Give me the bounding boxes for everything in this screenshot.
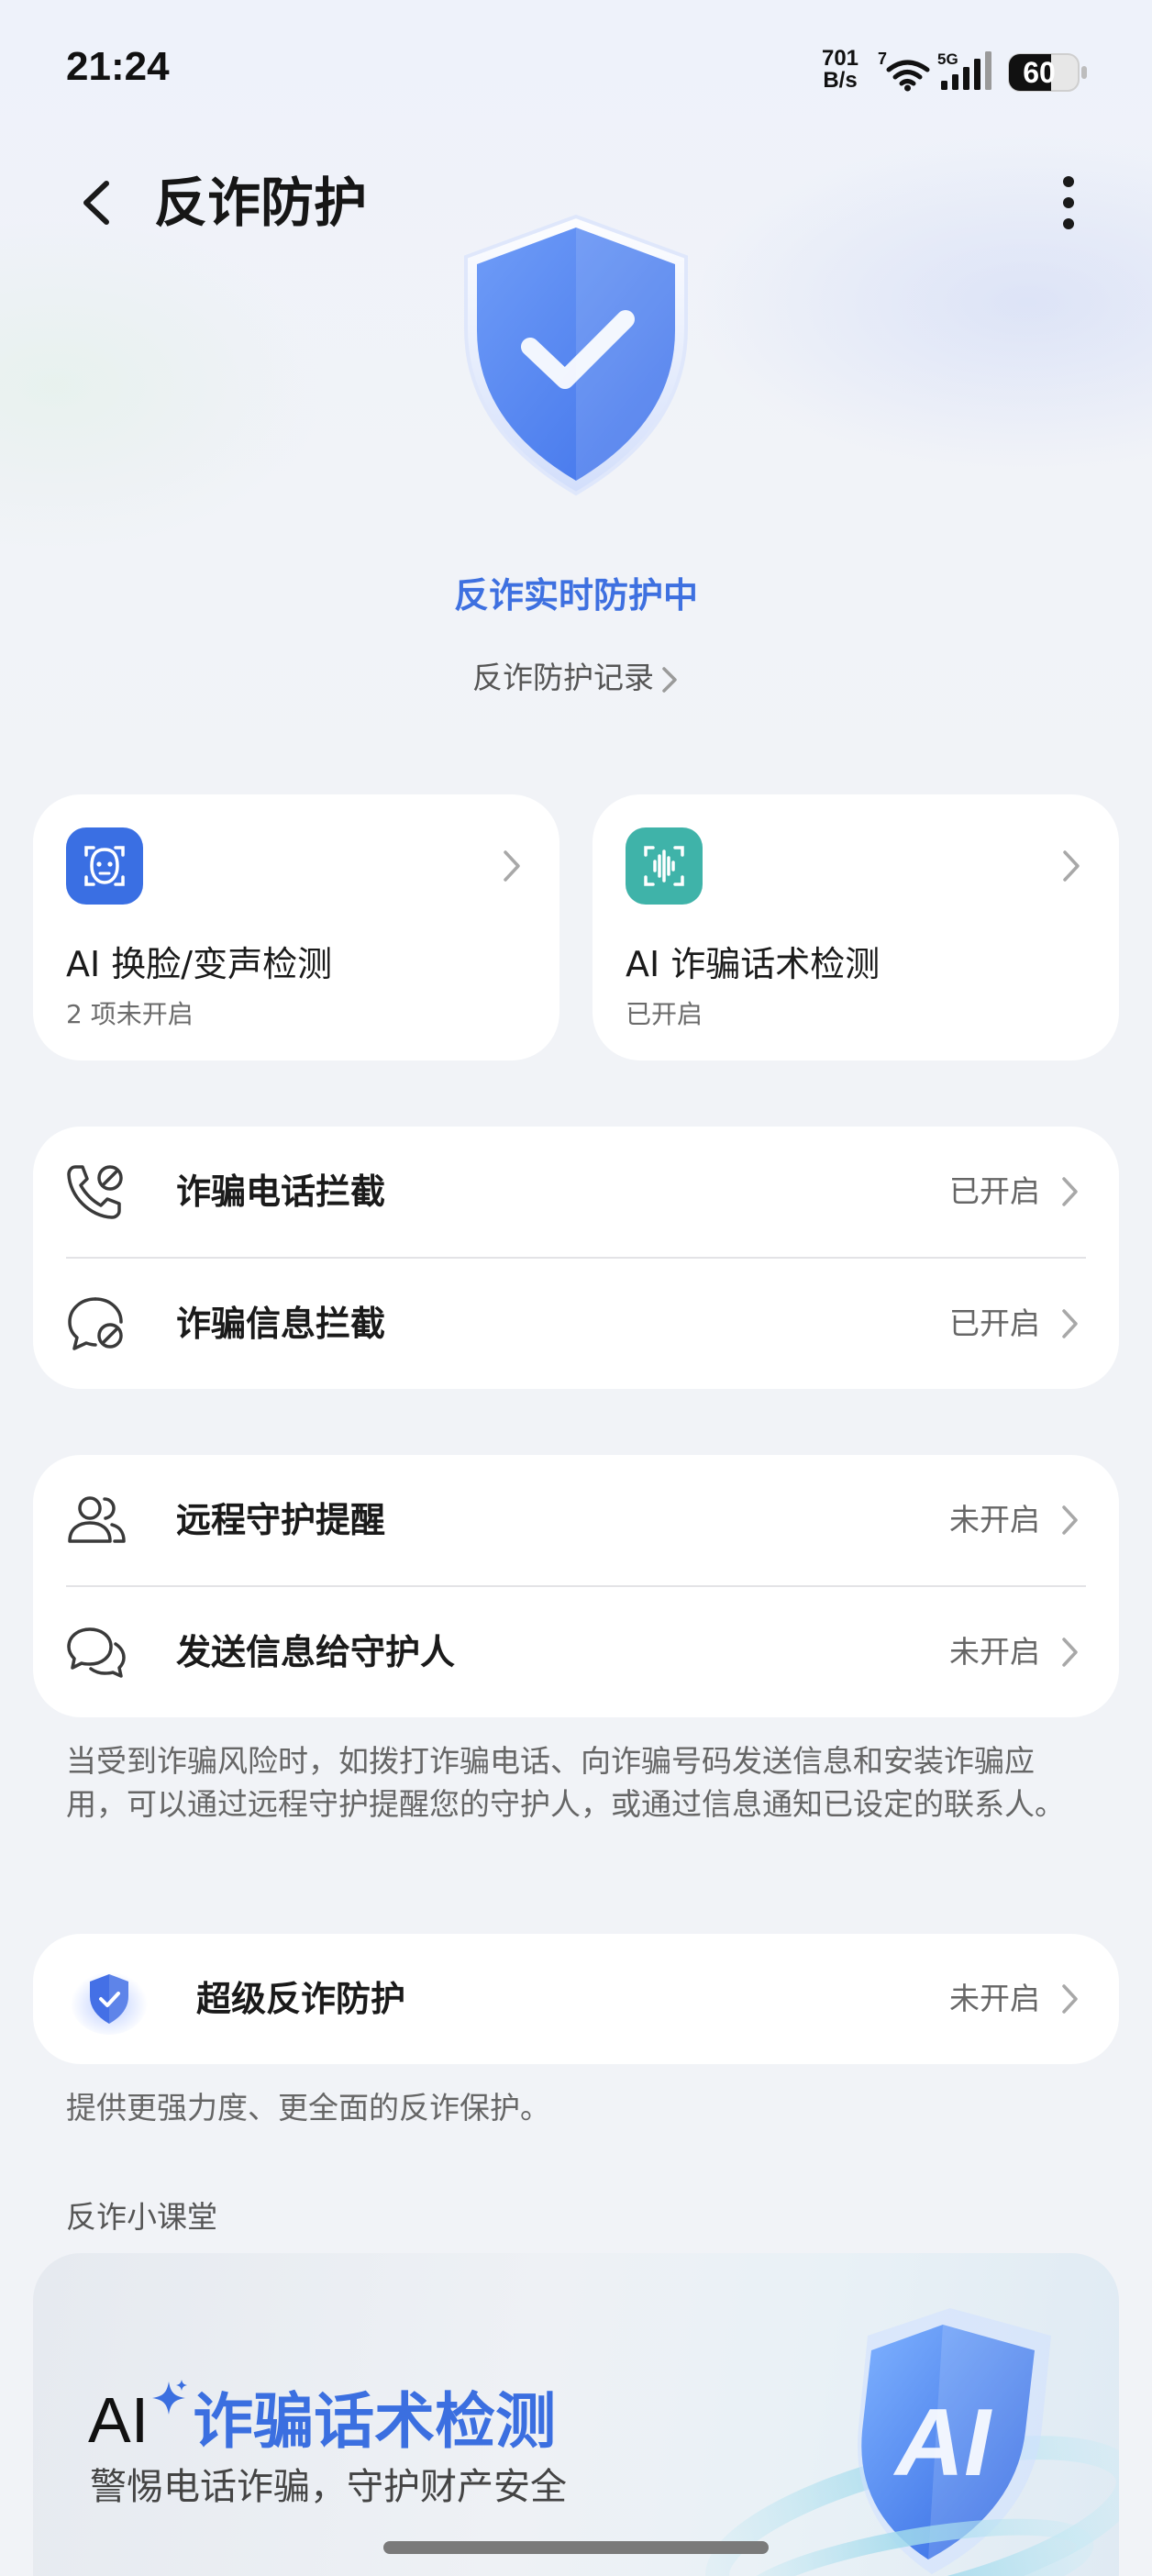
section-title: 反诈小课堂	[66, 2199, 217, 2235]
sparkle-icon	[152, 2380, 188, 2415]
banner-ai-label: AI	[88, 2384, 150, 2456]
banner-art-label: AI	[892, 2390, 992, 2496]
feature-card-status: 已开启	[626, 999, 703, 1029]
row-status: 已开启	[949, 1173, 1040, 1209]
ai-scam-script-card[interactable]: AI 诈骗话术检测 已开启	[593, 794, 1119, 1060]
more-vertical-icon	[1063, 176, 1074, 229]
chat-bubbles-icon	[67, 1627, 126, 1678]
signal-badge: 5G	[937, 50, 958, 68]
voice-scan-icon	[626, 827, 703, 905]
send-message-guardian-row[interactable]: 发送信息给守护人 未开启	[33, 1587, 1119, 1717]
wifi-icon: 7	[878, 50, 930, 92]
phone-block-icon	[67, 1165, 123, 1219]
protection-record-link[interactable]: 反诈防护记录	[0, 653, 1152, 697]
row-label: 发送信息给守护人	[176, 1632, 456, 1672]
row-label: 诈骗电话拦截	[176, 1171, 386, 1212]
status-time: 21:24	[66, 44, 170, 89]
protection-record-label: 反诈防护记录	[472, 660, 654, 695]
fraud-call-block-row[interactable]: 诈骗电话拦截 已开启	[33, 1127, 1119, 1257]
chevron-right-icon	[662, 666, 677, 693]
status-bar: 21:24 701 B/s 7 5G 60	[0, 0, 1152, 138]
network-speed-value: 701	[821, 46, 859, 71]
back-button[interactable]	[66, 171, 125, 235]
ai-faceswap-voice-card[interactable]: AI 换脸/变声检测 2 项未开启	[33, 794, 559, 1060]
network-speed-unit: B/s	[823, 68, 858, 93]
banner-title: AI 诈骗话术检测	[88, 2372, 556, 2460]
row-label: 诈骗信息拦截	[176, 1304, 386, 1344]
banner-subtitle: 警惕电话诈骗，守护财产安全	[90, 2466, 567, 2508]
super-protection-description: 提供更强力度、更全面的反诈保护。	[66, 2090, 550, 2126]
anti-fraud-page: 21:24 701 B/s 7 5G 60 反诈防护 反诈实时防护中 反诈防护记…	[0, 0, 1152, 2576]
shield-check-icon	[71, 1969, 148, 2035]
super-protection-card[interactable]: 超级反诈防护 未开启	[33, 1934, 1119, 2064]
row-status: 已开启	[949, 1305, 1040, 1341]
feature-card-title: AI 诈骗话术检测	[626, 944, 881, 984]
intercept-settings-group: 诈骗电话拦截 已开启 诈骗信息拦截 已开启	[33, 1127, 1119, 1389]
signal-icon: 5G	[937, 50, 991, 90]
chevron-right-icon	[1062, 1984, 1078, 2014]
row-status: 未开启	[949, 1634, 1040, 1670]
chevron-right-icon	[1062, 1505, 1078, 1535]
ai-shield-illustration: AI	[705, 2308, 1119, 2576]
chevron-right-icon	[1063, 850, 1080, 882]
guardian-settings-group: 远程守护提醒 未开启 发送信息给守护人 未开启	[33, 1455, 1119, 1717]
message-block-icon	[68, 1297, 123, 1350]
feature-card-status: 2 项未开启	[66, 999, 194, 1029]
banner-title-text: 诈骗话术检测	[193, 2386, 557, 2457]
row-status: 未开启	[949, 1502, 1040, 1538]
chevron-left-icon	[83, 181, 109, 225]
classroom-banner[interactable]: AI AI 诈骗话术检测 警惕电话诈骗，守护财产安全	[33, 2253, 1119, 2576]
guardian-description: 当受到诈骗风险时，如拨打诈骗电话、向诈骗号码发送信息和安装诈骗应用，可以通过远程…	[66, 1743, 1065, 1822]
chevron-right-icon	[504, 850, 520, 882]
protection-shield-icon	[464, 214, 688, 496]
fraud-message-block-row[interactable]: 诈骗信息拦截 已开启	[33, 1259, 1119, 1389]
row-label: 超级反诈防护	[196, 1979, 406, 2019]
battery-level: 60	[1023, 56, 1056, 89]
network-speed: 701 B/s	[815, 48, 865, 92]
remote-guardian-row[interactable]: 远程守护提醒 未开启	[33, 1455, 1119, 1585]
more-options-button[interactable]	[1046, 171, 1091, 235]
row-status: 未开启	[949, 1981, 1040, 2016]
chevron-right-icon	[1062, 1638, 1078, 1667]
feature-card-title: AI 换脸/变声检测	[66, 944, 333, 984]
face-scan-icon	[66, 827, 143, 905]
super-protection-row[interactable]: 超级反诈防护 未开启	[33, 1934, 1119, 2064]
wifi-badge: 7	[878, 50, 887, 68]
chevron-right-icon	[1062, 1177, 1078, 1206]
chevron-right-icon	[1062, 1309, 1078, 1338]
home-indicator[interactable]	[383, 2541, 769, 2554]
protection-status: 反诈实时防护中	[453, 575, 698, 616]
people-icon	[68, 1496, 126, 1543]
page-title: 反诈防护	[154, 172, 368, 234]
row-label: 远程守护提醒	[176, 1500, 386, 1540]
